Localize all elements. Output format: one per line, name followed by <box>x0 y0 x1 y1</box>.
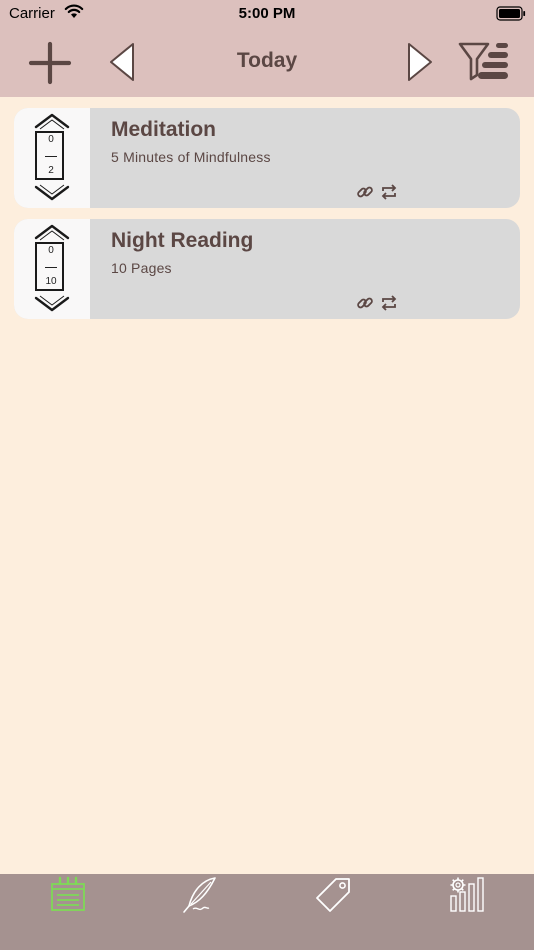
link-icon[interactable] <box>356 294 374 317</box>
stats-gear-icon <box>448 876 486 917</box>
counter-goal: 2 <box>48 165 54 176</box>
tab-statistics[interactable] <box>399 874 532 950</box>
counter-done: 0 <box>48 245 54 256</box>
habit-counter: 0 2 <box>14 108 90 208</box>
repeat-icon[interactable] <box>380 294 398 317</box>
status-bar: Carrier 5:00 PM <box>0 0 534 28</box>
battery-icon <box>496 6 526 26</box>
tab-bar <box>0 874 534 950</box>
filter-sort-button[interactable] <box>458 41 512 88</box>
repeat-icon[interactable] <box>380 183 398 206</box>
tag-icon <box>314 876 354 919</box>
checklist-icon <box>50 876 86 917</box>
counter-done: 0 <box>48 134 54 145</box>
counter-decrement-button[interactable] <box>34 184 70 207</box>
tab-journal[interactable] <box>133 874 266 950</box>
counter-goal: 10 <box>45 276 57 287</box>
habit-subtitle: 5 Minutes of Mindfulness <box>111 149 271 165</box>
chevron-down-icon <box>34 295 70 317</box>
quill-icon <box>181 876 221 919</box>
habit-counter: 0 10 <box>14 219 90 319</box>
habit-card[interactable]: 0 2 Meditation 5 Minutes of Mindfulness <box>14 108 520 208</box>
habit-title: Night Reading <box>111 229 254 252</box>
counter-decrement-button[interactable] <box>34 295 70 318</box>
status-time: 5:00 PM <box>238 5 296 22</box>
counter-divider <box>45 267 57 268</box>
page-title: Today <box>236 49 298 72</box>
chevron-down-icon <box>34 184 70 206</box>
triangle-right-icon <box>404 43 434 86</box>
habit-card[interactable]: 0 10 Night Reading 10 Pages <box>14 219 520 319</box>
link-icon[interactable] <box>356 183 374 206</box>
tab-habits[interactable] <box>0 874 133 950</box>
counter-divider <box>45 156 57 157</box>
header-bar: Today <box>0 28 534 97</box>
next-day-button[interactable] <box>404 42 434 87</box>
habit-subtitle: 10 Pages <box>111 260 172 276</box>
plus-icon <box>28 41 72 89</box>
habit-title: Meditation <box>111 118 216 141</box>
tab-tags[interactable] <box>266 874 399 950</box>
filter-sort-icon <box>458 42 512 87</box>
